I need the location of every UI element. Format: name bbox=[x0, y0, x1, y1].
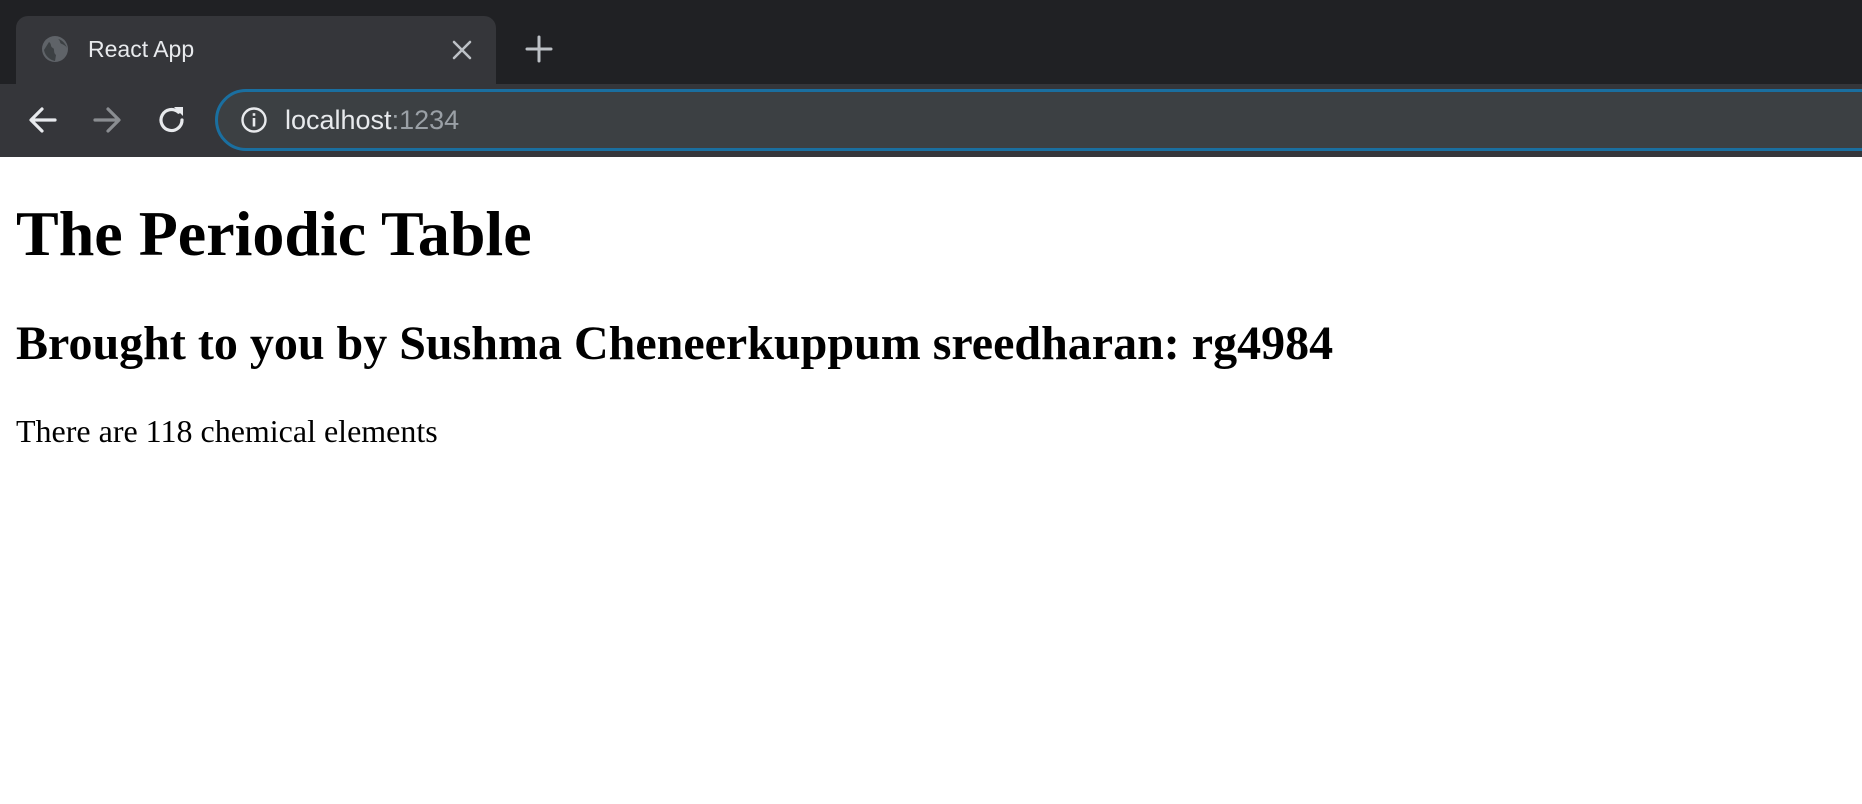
plus-icon[interactable] bbox=[524, 34, 554, 64]
tab-react-app[interactable]: React App bbox=[16, 16, 496, 84]
tab-title: React App bbox=[88, 36, 195, 62]
globe-icon bbox=[42, 36, 68, 62]
browser-toolbar: localhost:1234 bbox=[0, 84, 1862, 157]
url-port: :1234 bbox=[391, 105, 460, 135]
arrow-right-icon[interactable] bbox=[90, 103, 124, 137]
url-host: localhost bbox=[285, 105, 392, 135]
element-count-text: There are 118 chemical elements bbox=[16, 413, 438, 449]
page-subtitle: Brought to you by Sushma Cheneerkuppum s… bbox=[16, 317, 1334, 370]
browser-window: React App localhost:1234 bbox=[0, 0, 1862, 157]
tab-strip: React App bbox=[0, 0, 1862, 84]
reload-icon[interactable] bbox=[155, 103, 189, 137]
close-icon[interactable] bbox=[448, 36, 476, 64]
address-bar[interactable]: localhost:1234 bbox=[215, 89, 1862, 151]
page-title: The Periodic Table bbox=[16, 198, 532, 269]
url-text[interactable]: localhost:1234 bbox=[285, 104, 459, 136]
info-icon[interactable] bbox=[240, 106, 268, 134]
arrow-left-icon[interactable] bbox=[26, 103, 60, 137]
page-content: The Periodic Table Brought to you by Sus… bbox=[0, 157, 1862, 804]
